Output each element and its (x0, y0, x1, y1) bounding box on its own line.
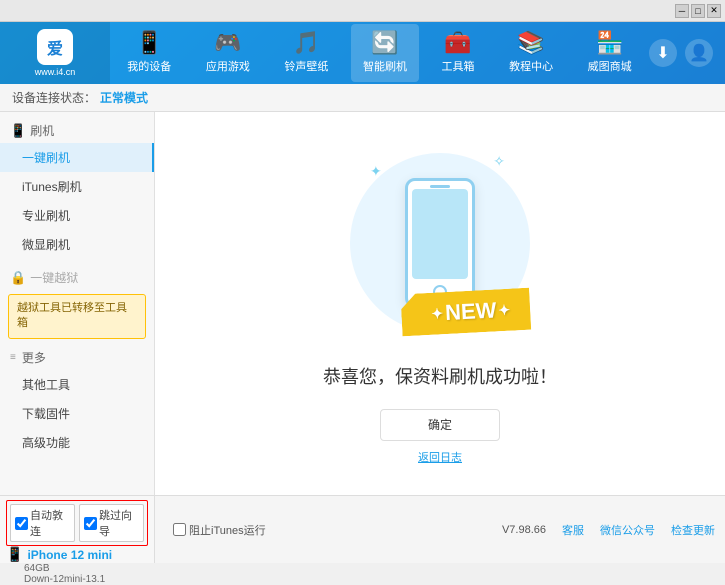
header: 爱 www.i4.cn 📱 我的设备 🎮 应用游戏 🎵 铃声壁纸 🔄 智能刷机 … (0, 22, 725, 84)
checkbox-row: 自动敦连 跳过向导 (6, 500, 148, 546)
sidebar-item-advanced[interactable]: 高级功能 (0, 428, 154, 457)
minimize-button[interactable]: ─ (675, 4, 689, 18)
user-button[interactable]: 👤 (685, 39, 713, 67)
nav-ringtones[interactable]: 🎵 铃声壁纸 (272, 24, 340, 82)
device-phone-icon: 📱 (6, 546, 23, 563)
stop-itunes-row: 阻止iTunes运行 (165, 522, 266, 538)
nav-smart-flash[interactable]: 🔄 智能刷机 (351, 24, 419, 82)
auto-connect-checkbox-label[interactable]: 自动敦连 (10, 504, 75, 542)
sidebar-item-dual-flash[interactable]: 微显刷机 (0, 230, 154, 259)
device-name-row: 📱 iPhone 12 mini (6, 546, 148, 563)
tutorial-icon: 📚 (517, 32, 544, 54)
left-bottom-panel: 自动敦连 跳过向导 📱 iPhone 12 mini 64GB Down-12m… (0, 496, 155, 563)
success-text: 恭喜您，保资料刷机成功啦！ (323, 363, 557, 389)
jailbreak-notice: 越狱工具已转移至工具箱 (8, 294, 146, 339)
my-device-icon: 📱 (136, 32, 163, 54)
nav-weitui[interactable]: 🏪 威图商城 (576, 24, 644, 82)
sidebar-item-one-click-flash[interactable]: 一键刷机 (0, 143, 154, 172)
window-controls[interactable]: ─ □ ✕ (675, 4, 721, 18)
device-storage: 64GB (6, 563, 148, 574)
new-banner: ✦ NEW ✦ (401, 291, 530, 333)
status-bar: 设备连接状态： 正常模式 (0, 84, 725, 112)
logo-icon: 爱 (37, 29, 73, 65)
title-bar: ─ □ ✕ (0, 0, 725, 22)
nav-apps-games-label: 应用游戏 (206, 58, 250, 74)
maximize-button[interactable]: □ (691, 4, 705, 18)
phone-shape (405, 178, 475, 308)
nav-tutorial[interactable]: 📚 教程中心 (497, 24, 565, 82)
logo-area: 爱 www.i4.cn (0, 22, 110, 84)
right-bottom-panel: 阻止iTunes运行 V7.98.66 客服 微信公众号 检查更新 (155, 496, 725, 563)
more-section-divider: ≡ (10, 352, 16, 363)
nav-weitui-label: 威图商城 (588, 58, 632, 74)
auto-connect-checkbox[interactable] (15, 517, 28, 530)
more-section-title: 更多 (22, 349, 46, 366)
sidebar-jailbreak-section: 🔒 一键越狱 (0, 263, 154, 290)
sidebar-flash-section: 📱 刷机 (0, 116, 154, 143)
nav-my-device[interactable]: 📱 我的设备 (115, 24, 183, 82)
ribbon-star-left: ✦ (431, 304, 444, 322)
nav-tutorial-label: 教程中心 (509, 58, 553, 74)
flash-section-title: 刷机 (30, 122, 54, 139)
skip-wizard-checkbox-label[interactable]: 跳过向导 (79, 504, 144, 542)
skip-wizard-checkbox[interactable] (84, 517, 97, 530)
new-badge-text: NEW (444, 297, 497, 326)
phone-speaker (430, 185, 450, 188)
wechat-link[interactable]: 微信公众号 (600, 522, 655, 538)
download-button[interactable]: ⬇ (649, 39, 677, 67)
stop-itunes-checkbox[interactable] (173, 523, 186, 536)
weitui-icon: 🏪 (596, 32, 623, 54)
nav-items: 📱 我的设备 🎮 应用游戏 🎵 铃声壁纸 🔄 智能刷机 🧰 工具箱 📚 教程中心… (110, 22, 649, 84)
stop-itunes-label: 阻止iTunes运行 (189, 522, 266, 538)
customer-service-link[interactable]: 客服 (562, 522, 584, 538)
jailbreak-section-title: 一键越狱 (30, 269, 78, 286)
sidebar: 📱 刷机 一键刷机 iTunes刷机 专业刷机 微显刷机 🔒 一键越狱 越狱工具… (0, 112, 155, 495)
device-info: 📱 iPhone 12 mini 64GB Down-12mini-13.1 (6, 546, 148, 585)
new-ribbon: ✦ NEW ✦ (400, 287, 531, 336)
jailbreak-section-icon: 🔒 (10, 270, 26, 286)
nav-toolbox-label: 工具箱 (442, 58, 475, 74)
phone-screen (412, 189, 468, 279)
device-model: Down-12mini-13.1 (6, 574, 148, 585)
device-name: iPhone 12 mini (27, 548, 112, 562)
phone-illustration: ✦ ✧ ✦ ✦ NEW ✦ (340, 143, 540, 343)
main-layout: 📱 刷机 一键刷机 iTunes刷机 专业刷机 微显刷机 🔒 一键越狱 越狱工具… (0, 112, 725, 495)
toolbox-icon: 🧰 (444, 32, 471, 54)
confirm-button[interactable]: 确定 (380, 409, 500, 441)
ringtones-icon: 🎵 (293, 32, 320, 54)
nav-toolbox[interactable]: 🧰 工具箱 (430, 24, 487, 82)
nav-apps-games[interactable]: 🎮 应用游戏 (194, 24, 262, 82)
skip-wizard-label: 跳过向导 (99, 507, 139, 539)
sidebar-item-download-firmware[interactable]: 下载固件 (0, 399, 154, 428)
nav-right: ⬇ 👤 (649, 39, 725, 67)
sparkle-2: ✧ (493, 153, 505, 170)
smart-flash-icon: 🔄 (371, 32, 398, 54)
sidebar-item-pro-flash[interactable]: 专业刷机 (0, 201, 154, 230)
apps-games-icon: 🎮 (214, 32, 241, 54)
nav-ringtones-label: 铃声壁纸 (284, 58, 328, 74)
sidebar-more-section: ≡ 更多 (0, 343, 154, 370)
flash-section-icon: 📱 (10, 123, 26, 139)
nav-my-device-label: 我的设备 (127, 58, 171, 74)
auto-connect-label: 自动敦连 (30, 507, 70, 539)
sidebar-item-other-tools[interactable]: 其他工具 (0, 370, 154, 399)
close-button[interactable]: ✕ (707, 4, 721, 18)
ribbon-star-right: ✦ (498, 301, 511, 319)
status-label: 设备连接状态： (12, 89, 96, 106)
status-value: 正常模式 (100, 89, 148, 106)
back-link[interactable]: 返回日志 (418, 449, 462, 465)
logo-url: www.i4.cn (35, 67, 76, 77)
nav-smart-flash-label: 智能刷机 (363, 58, 407, 74)
full-bottom: 自动敦连 跳过向导 📱 iPhone 12 mini 64GB Down-12m… (0, 495, 725, 563)
sidebar-item-itunes-flash[interactable]: iTunes刷机 (0, 172, 154, 201)
version-label: V7.98.66 (502, 524, 546, 536)
sparkle-1: ✦ (370, 163, 382, 180)
content-area: ✦ ✧ ✦ ✦ NEW ✦ 恭喜您，保资料刷机成功啦！ 确定 返回日志 (155, 112, 725, 495)
check-update-link[interactable]: 检查更新 (671, 522, 715, 538)
